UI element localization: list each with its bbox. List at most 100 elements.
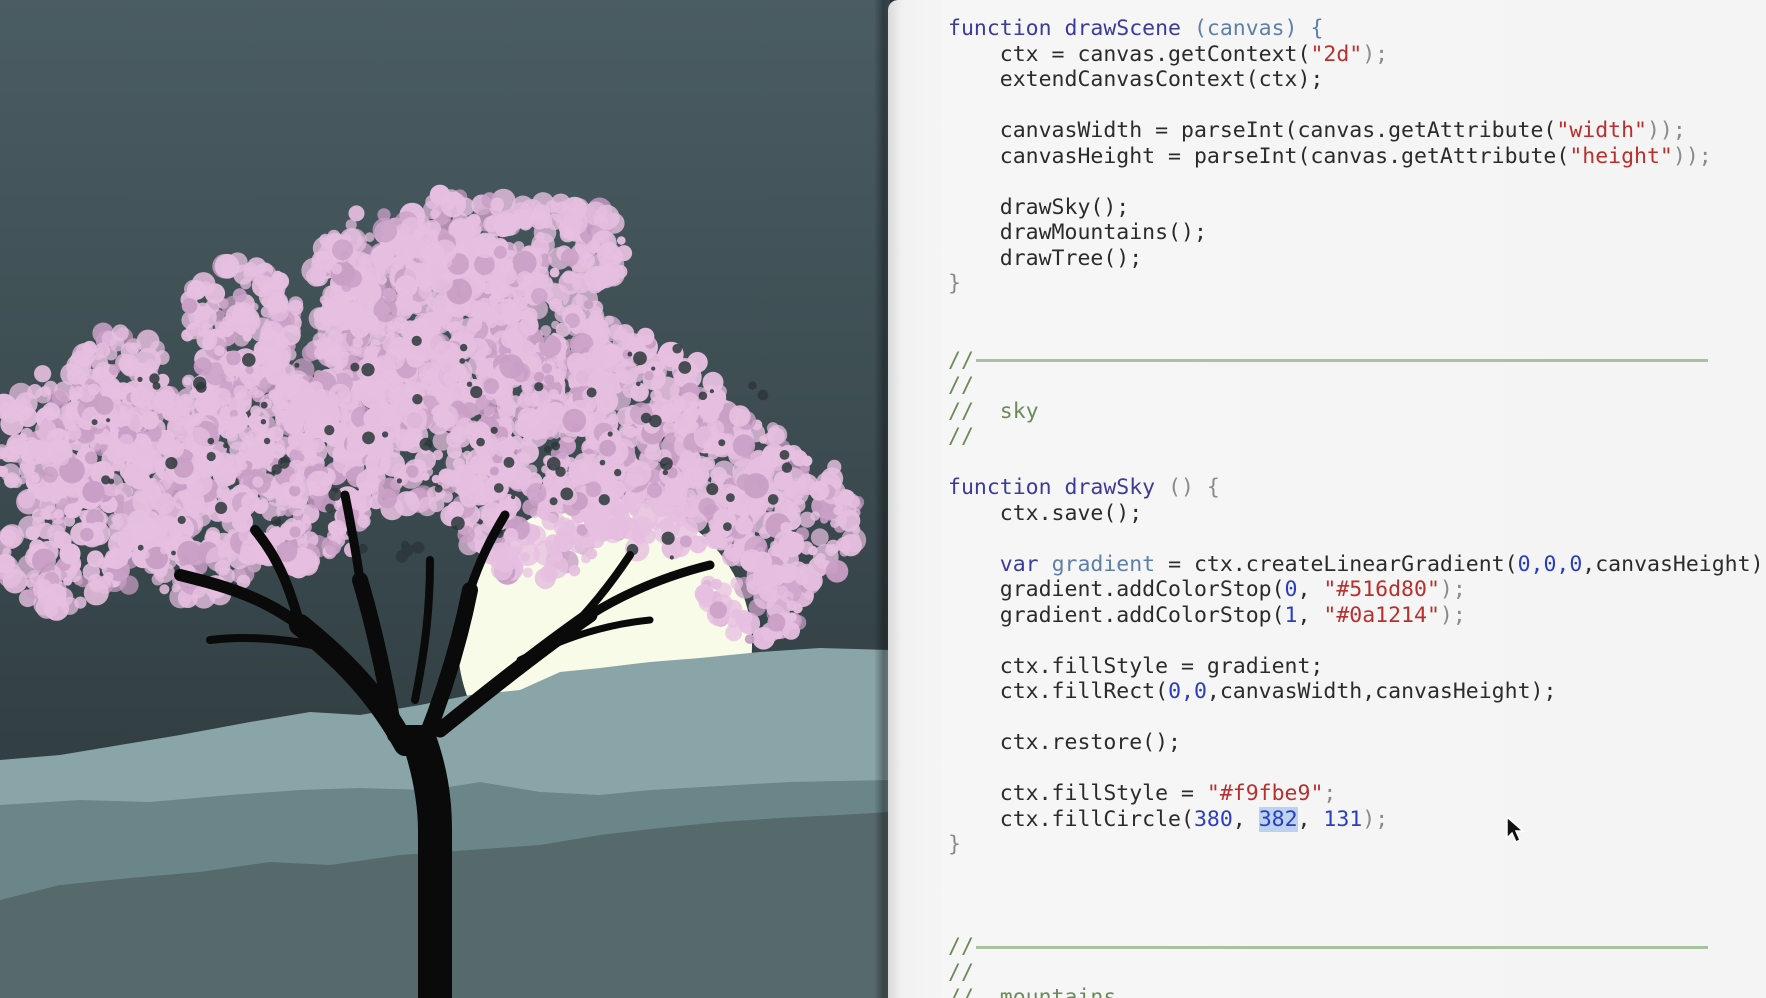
canopy-gap — [546, 457, 561, 471]
blossom-petal — [162, 431, 171, 440]
code-line[interactable]: // — [948, 373, 1766, 399]
code-line[interactable] — [948, 628, 1766, 654]
code-line[interactable]: drawMountains(); — [948, 220, 1766, 246]
blossom-petal — [0, 524, 24, 548]
canopy-gap — [171, 550, 176, 556]
canopy-gap — [401, 543, 414, 557]
code-line[interactable]: canvasHeight = parseInt(canvas.getAttrib… — [948, 144, 1766, 170]
canopy-gap — [411, 335, 422, 346]
blossom-petal — [80, 443, 90, 453]
blossom-petal — [189, 413, 203, 427]
code-editor[interactable]: function drawScene (canvas) { ctx = canv… — [888, 0, 1766, 998]
canopy-gap — [459, 358, 466, 364]
canopy-gap — [551, 441, 561, 451]
blossom-petal — [642, 499, 652, 509]
canopy-gap — [718, 439, 726, 447]
code-text[interactable]: function drawScene (canvas) { ctx = canv… — [948, 16, 1766, 998]
blossom-petal — [181, 298, 198, 314]
blossom-petal — [538, 334, 562, 358]
canopy-gap — [177, 515, 186, 525]
code-token: // sky — [948, 398, 1039, 424]
code-line[interactable]: // — [948, 348, 1766, 374]
code-line[interactable]: gradient.addColorStop(0, "#516d80"); — [948, 577, 1766, 603]
blossom-petal — [307, 419, 325, 438]
blossom-petal — [678, 425, 689, 437]
code-line[interactable] — [948, 858, 1766, 884]
code-line[interactable]: ctx.fillStyle = "#f9fbe9"; — [948, 781, 1766, 807]
blossom-petal — [851, 533, 860, 542]
code-line[interactable]: extendCanvasContext(ctx); — [948, 67, 1766, 93]
blossom-petal — [767, 613, 786, 632]
code-line[interactable] — [948, 450, 1766, 476]
canopy-gap — [599, 459, 606, 466]
code-line[interactable]: ctx.fillCircle(380, 382, 131); — [948, 806, 1766, 833]
code-line[interactable]: gradient.addColorStop(1, "#0a1214"); — [948, 603, 1766, 629]
code-line[interactable] — [948, 322, 1766, 348]
blossom-petal — [32, 548, 56, 573]
code-line[interactable]: } — [948, 832, 1766, 858]
code-line[interactable] — [948, 93, 1766, 119]
code-line[interactable]: canvasWidth = parseInt(canvas.getAttribu… — [948, 118, 1766, 144]
code-line[interactable]: // — [948, 934, 1766, 960]
blossom-petal — [496, 387, 507, 399]
blossom-petal — [647, 482, 663, 498]
blossom-petal — [422, 200, 442, 220]
blossom-petal — [827, 459, 842, 474]
code-line[interactable]: ctx.save(); — [948, 501, 1766, 527]
canopy-gap — [206, 451, 216, 462]
code-line[interactable] — [948, 297, 1766, 323]
code-token: 1 — [1284, 602, 1298, 628]
code-token: } — [948, 271, 961, 296]
blossom-petal — [132, 490, 156, 514]
code-token: gradient — [1051, 551, 1156, 577]
code-line[interactable] — [948, 883, 1766, 909]
blossom-petal — [324, 402, 340, 418]
code-line[interactable]: drawTree(); — [948, 246, 1766, 272]
blossom-petal — [306, 470, 332, 497]
blossom-petal — [66, 566, 82, 583]
blossom-petal — [521, 209, 530, 218]
code-line[interactable]: // — [948, 424, 1766, 450]
canopy-gap — [534, 382, 544, 392]
code-line[interactable]: drawSky(); — [948, 195, 1766, 221]
blossom-petal — [759, 435, 768, 444]
blossom-petal — [456, 482, 472, 497]
canopy-gap — [215, 501, 228, 514]
code-token: // mountains — [948, 985, 1117, 998]
blossom-petal — [113, 551, 129, 567]
code-token: , — [1297, 602, 1324, 628]
canopy-gap — [678, 361, 692, 374]
code-line[interactable]: } — [948, 271, 1766, 297]
code-line[interactable]: var gradient = ctx.createLinearGradient(… — [948, 552, 1766, 578]
blossom-petal — [36, 586, 48, 597]
blossom-petal — [94, 396, 114, 415]
blossom-petal — [572, 423, 582, 433]
code-line[interactable] — [948, 756, 1766, 782]
blossom-petal — [724, 547, 734, 557]
code-token: canvasHeight = parseInt(canvas.getAttrib… — [948, 143, 1570, 169]
code-line[interactable]: // — [948, 960, 1766, 986]
blossom-petal — [559, 226, 576, 243]
code-token: )); — [1672, 143, 1712, 169]
blossom-petal — [37, 522, 54, 540]
code-line[interactable]: // sky — [948, 399, 1766, 425]
blossom-petal — [730, 577, 743, 590]
code-line[interactable] — [948, 909, 1766, 935]
code-line[interactable]: function drawScene (canvas) { — [948, 16, 1766, 42]
blossom-petal — [734, 516, 753, 535]
code-line[interactable]: // mountains — [948, 985, 1766, 998]
code-line[interactable] — [948, 705, 1766, 731]
code-line[interactable] — [948, 169, 1766, 195]
code-line[interactable]: ctx.fillStyle = gradient; — [948, 654, 1766, 680]
code-token: 0,0 — [1168, 679, 1207, 704]
code-line[interactable] — [948, 526, 1766, 552]
code-line[interactable]: ctx.restore(); — [948, 730, 1766, 756]
blossom-petal — [599, 439, 616, 457]
code-token: ; — [1323, 781, 1337, 806]
code-line[interactable]: ctx = canvas.getContext("2d"); — [948, 42, 1766, 68]
blossom-petal — [273, 487, 283, 497]
blossom-petal — [93, 532, 105, 544]
blossom-petal — [514, 420, 530, 436]
code-line[interactable]: ctx.fillRect(0,0,canvasWidth,canvasHeigh… — [948, 679, 1766, 705]
code-line[interactable]: function drawSky () { — [948, 475, 1766, 501]
